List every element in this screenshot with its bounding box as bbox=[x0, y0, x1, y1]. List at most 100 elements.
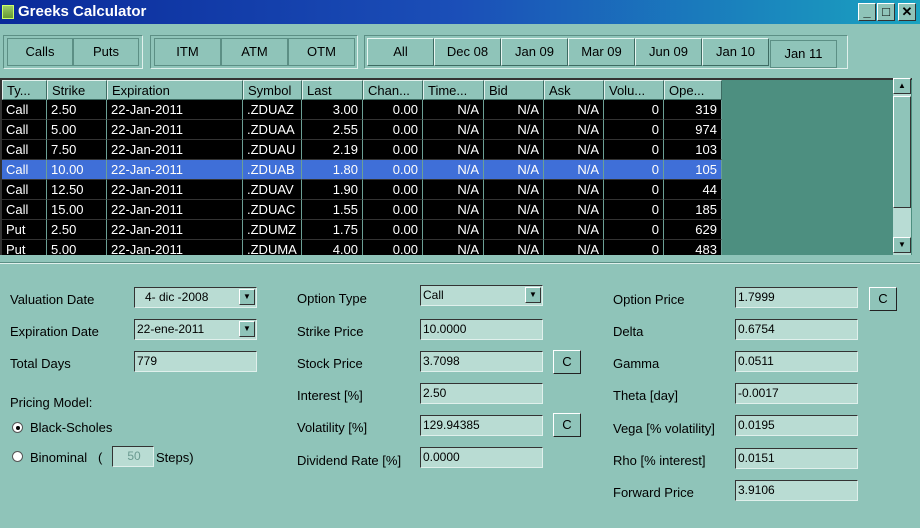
table-cell: 0.00 bbox=[363, 180, 423, 200]
table-cell: .ZDUAU bbox=[243, 140, 302, 160]
theta-field: -0.0017 bbox=[735, 383, 858, 404]
table-cell: N/A bbox=[423, 240, 484, 255]
app-icon bbox=[2, 5, 14, 19]
total-days-field[interactable]: 779 bbox=[134, 351, 257, 372]
expiry-filter-group: All Dec 08 Jan 09 Mar 09 Jun 09 Jan 10 J… bbox=[364, 35, 848, 69]
table-cell: Call bbox=[2, 200, 47, 220]
scroll-thumb[interactable] bbox=[893, 96, 911, 208]
table-cell: 2.19 bbox=[302, 140, 363, 160]
otm-button[interactable]: OTM bbox=[288, 38, 355, 66]
rho-field: 0.0151 bbox=[735, 448, 858, 469]
table-cell: N/A bbox=[423, 200, 484, 220]
option-price-calc-button[interactable]: C bbox=[869, 287, 897, 311]
table-cell: 0.00 bbox=[363, 240, 423, 255]
chevron-down-icon[interactable]: ▼ bbox=[239, 321, 255, 337]
table-cell: .ZDUAZ bbox=[243, 100, 302, 120]
table-cell: 5.00 bbox=[47, 120, 107, 140]
column-header[interactable]: Chan... bbox=[363, 80, 423, 100]
table-cell: 1.90 bbox=[302, 180, 363, 200]
binominal-radio[interactable] bbox=[12, 451, 23, 462]
table-cell: 0 bbox=[604, 160, 664, 180]
options-table: Ty... Strike Expiration Symbol Last Chan... Ti… bbox=[0, 78, 912, 255]
table-cell: Put bbox=[2, 240, 47, 255]
expiry-jun09-button[interactable]: Jun 09 bbox=[635, 38, 702, 66]
table-cell: 0 bbox=[604, 140, 664, 160]
valuation-date-select[interactable]: 4- dic -2008 ▼ bbox=[134, 287, 257, 308]
scroll-up-button[interactable]: ▲ bbox=[893, 78, 911, 94]
table-cell: 2.55 bbox=[302, 120, 363, 140]
volatility-calc-button[interactable]: C bbox=[553, 413, 581, 437]
table-cell: N/A bbox=[544, 180, 604, 200]
table-cell: 15.00 bbox=[47, 200, 107, 220]
rho-label: Rho [% interest] bbox=[613, 453, 706, 468]
minimize-button[interactable]: _ bbox=[858, 3, 876, 21]
dividend-rate-field[interactable]: 0.0000 bbox=[420, 447, 543, 468]
column-header[interactable]: Bid bbox=[484, 80, 544, 100]
table-cell: 0 bbox=[604, 200, 664, 220]
stock-price-calc-button[interactable]: C bbox=[553, 350, 581, 374]
option-price-field[interactable]: 1.7999 bbox=[735, 287, 858, 308]
volatility-field[interactable]: 129.94385 bbox=[420, 415, 543, 436]
atm-button[interactable]: ATM bbox=[221, 38, 288, 66]
strike-price-label: Strike Price bbox=[297, 324, 364, 339]
table-cell: 483 bbox=[664, 240, 722, 255]
scroll-down-button[interactable]: ▼ bbox=[893, 237, 911, 253]
puts-button[interactable]: Puts bbox=[73, 38, 139, 66]
expiry-jan11-button[interactable]: Jan 11 bbox=[770, 40, 837, 68]
table-cell: 12.50 bbox=[47, 180, 107, 200]
table-scrollbar[interactable]: ▲ ▼ bbox=[893, 78, 911, 255]
itm-button[interactable]: ITM bbox=[154, 38, 221, 66]
table-cell: 103 bbox=[664, 140, 722, 160]
table-cell: N/A bbox=[544, 100, 604, 120]
table-cell: 1.75 bbox=[302, 220, 363, 240]
gamma-field: 0.0511 bbox=[735, 351, 858, 372]
expiry-dec08-button[interactable]: Dec 08 bbox=[434, 38, 501, 66]
chevron-down-icon[interactable]: ▼ bbox=[525, 287, 541, 303]
table-cell: 105 bbox=[664, 160, 722, 180]
expiry-jan10-button[interactable]: Jan 10 bbox=[702, 38, 769, 66]
table-cell: N/A bbox=[423, 160, 484, 180]
column-header[interactable]: Strike bbox=[47, 80, 107, 100]
table-cell: 974 bbox=[664, 120, 722, 140]
table-cell: N/A bbox=[484, 240, 544, 255]
column-header[interactable]: Last bbox=[302, 80, 363, 100]
maximize-button[interactable]: □ bbox=[877, 3, 895, 21]
table-cell: .ZDUAV bbox=[243, 180, 302, 200]
table-cell: N/A bbox=[544, 200, 604, 220]
interest-field[interactable]: 2.50 bbox=[420, 383, 543, 404]
table-cell: 5.00 bbox=[47, 240, 107, 255]
column-header[interactable]: Time... bbox=[423, 80, 484, 100]
black-scholes-radio[interactable] bbox=[12, 422, 23, 433]
column-header[interactable]: Symbol bbox=[243, 80, 302, 100]
table-cell: 22-Jan-2011 bbox=[107, 120, 243, 140]
column-header[interactable]: Expiration bbox=[107, 80, 243, 100]
option-type-select[interactable]: Call ▼ bbox=[420, 285, 543, 306]
table-cell: N/A bbox=[484, 120, 544, 140]
strike-price-field[interactable]: 10.0000 bbox=[420, 319, 543, 340]
table-cell: N/A bbox=[544, 120, 604, 140]
table-cell: .ZDUMA bbox=[243, 240, 302, 255]
stock-price-field[interactable]: 3.7098 bbox=[420, 351, 543, 372]
black-scholes-label: Black-Scholes bbox=[30, 420, 113, 435]
expiry-all-button[interactable]: All bbox=[367, 38, 434, 66]
table-cell: N/A bbox=[544, 240, 604, 255]
steps-field[interactable]: 50 bbox=[112, 446, 154, 467]
column-header[interactable]: Ope... bbox=[664, 80, 722, 100]
column-header[interactable]: Volu... bbox=[604, 80, 664, 100]
expiry-mar09-button[interactable]: Mar 09 bbox=[568, 38, 635, 66]
steps-label: Steps) bbox=[156, 450, 194, 465]
expiration-date-select[interactable]: 22-ene-2011 ▼ bbox=[134, 319, 257, 340]
column-header[interactable]: Ask bbox=[544, 80, 604, 100]
table-cell: N/A bbox=[544, 160, 604, 180]
close-button[interactable]: ✕ bbox=[898, 3, 916, 21]
expiry-jan09-button[interactable]: Jan 09 bbox=[501, 38, 568, 66]
table-cell: .ZDUAB bbox=[243, 160, 302, 180]
paren: ( bbox=[98, 450, 103, 465]
table-cell: 22-Jan-2011 bbox=[107, 180, 243, 200]
column-header[interactable]: Ty... bbox=[2, 80, 47, 100]
table-cell: 4.00 bbox=[302, 240, 363, 255]
chevron-down-icon[interactable]: ▼ bbox=[239, 289, 255, 305]
table-cell: 0.00 bbox=[363, 100, 423, 120]
calls-button[interactable]: Calls bbox=[7, 38, 73, 66]
interest-label: Interest [%] bbox=[297, 388, 363, 403]
